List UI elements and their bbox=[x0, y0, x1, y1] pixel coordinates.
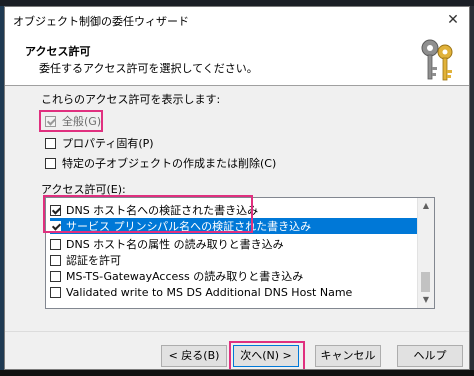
scroll-thumb[interactable] bbox=[421, 272, 430, 292]
highlight-general bbox=[39, 110, 103, 132]
permission-item[interactable]: MS-TS-GatewayAccess の読み取りと書き込み bbox=[50, 268, 417, 284]
cancel-button[interactable]: キャンセル bbox=[315, 345, 381, 367]
window-title: オブジェクト制御の委任ウィザード bbox=[13, 15, 189, 28]
help-button[interactable]: ヘルプ bbox=[397, 345, 463, 367]
permission-label: MS-TS-GatewayAccess の読み取りと書き込み bbox=[66, 270, 304, 283]
scroll-up-icon[interactable]: ▲ bbox=[418, 198, 434, 214]
footer-divider bbox=[5, 331, 469, 332]
permission-item[interactable]: 認証を許可 bbox=[50, 252, 417, 268]
wizard-window: オブジェクト制御の委任ウィザード ✕ アクセス許可 委任するアクセス許可を選択し… bbox=[4, 6, 470, 370]
property-specific-checkbox[interactable] bbox=[45, 137, 56, 149]
list-scrollbar[interactable]: ▲ ▼ bbox=[417, 198, 434, 308]
desktop-bottom-edge bbox=[0, 370, 474, 376]
scroll-down-icon[interactable]: ▼ bbox=[418, 292, 434, 308]
show-permissions-label: これらのアクセス許可を表示します: bbox=[41, 93, 221, 106]
permission-checkbox[interactable] bbox=[50, 254, 61, 266]
permission-label: Validated write to MS DS Additional DNS … bbox=[66, 285, 353, 299]
permission-label: 認証を許可 bbox=[66, 254, 121, 267]
close-icon[interactable]: ✕ bbox=[441, 10, 465, 30]
permission-item[interactable]: Validated write to MS DS Additional DNS … bbox=[50, 284, 417, 300]
highlight-next bbox=[229, 341, 305, 369]
property-specific-label: プロパティ固有(P) bbox=[62, 137, 154, 150]
keys-icon bbox=[421, 39, 453, 81]
wizard-header: アクセス許可 委任するアクセス許可を選択してください。 bbox=[5, 33, 469, 86]
permission-checkbox[interactable] bbox=[50, 270, 61, 282]
permission-item[interactable]: DNS ホスト名の属性 の読み取りと書き込み bbox=[50, 236, 417, 252]
permission-checkbox[interactable] bbox=[50, 238, 61, 250]
permission-label: DNS ホスト名の属性 の読み取りと書き込み bbox=[66, 238, 284, 251]
child-objects-label: 特定の子オブジェクトの作成または削除(C) bbox=[62, 157, 277, 170]
page-subtitle: 委任するアクセス許可を選択してください。 bbox=[39, 62, 258, 75]
page-title: アクセス許可 bbox=[25, 45, 91, 58]
permission-checkbox[interactable] bbox=[50, 286, 61, 298]
highlight-permissions bbox=[43, 195, 253, 233]
option-child-objects[interactable]: 特定の子オブジェクトの作成または削除(C) bbox=[45, 155, 276, 171]
option-property-specific[interactable]: プロパティ固有(P) bbox=[45, 135, 154, 151]
back-button[interactable]: < 戻る(B) bbox=[161, 345, 227, 367]
title-bar: オブジェクト制御の委任ウィザード ✕ bbox=[5, 7, 469, 33]
child-objects-checkbox[interactable] bbox=[45, 157, 56, 169]
